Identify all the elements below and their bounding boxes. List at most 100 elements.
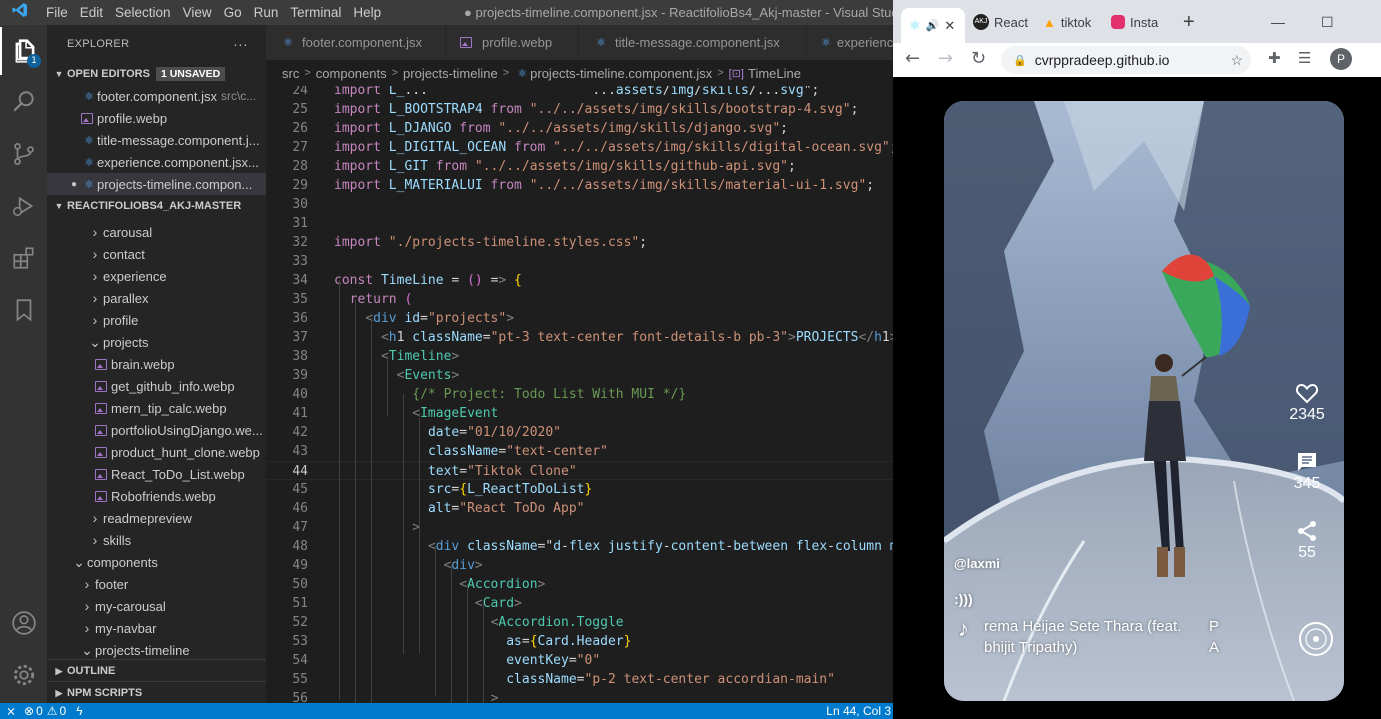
open-editor-item[interactable]: profile.webp [47, 107, 266, 129]
browser-tab-tiktok[interactable]: ▲ tiktok [1043, 8, 1099, 36]
code-line[interactable]: 33 [266, 252, 893, 271]
tab-footer-component[interactable]: ⚛ footer.component.jsx [266, 25, 446, 60]
code-line[interactable]: 54 eventKey="0" [266, 651, 893, 670]
accounts-icon[interactable] [0, 599, 47, 647]
tree-item[interactable]: › carousal [47, 221, 266, 243]
menu-view[interactable]: View [177, 5, 218, 20]
menu-selection[interactable]: Selection [109, 5, 177, 20]
tree-item[interactable]: › footer [47, 573, 266, 595]
warning-icon[interactable]: ⚠ [47, 704, 58, 718]
browser-tab-instagram[interactable]: Insta [1111, 8, 1175, 36]
menu-file[interactable]: File [40, 5, 74, 20]
code-line[interactable]: 37 <h1 className="pt-3 text-center font-… [266, 328, 893, 347]
tree-item[interactable]: › my-carousal [47, 595, 266, 617]
bookmark-star-icon[interactable]: ☆ [1230, 52, 1243, 69]
errors-icon[interactable]: ⊗ [24, 704, 34, 718]
code-line[interactable]: 42 date="01/10/2020" [266, 423, 893, 442]
tab-title-message[interactable]: ⚛ title-message.component.jsx [579, 25, 807, 60]
code-line[interactable]: 34 const TimeLine = () => { [266, 271, 893, 290]
code-line[interactable]: 55 className="p-2 text-center accordian-… [266, 670, 893, 689]
breadcrumb-item[interactable]: src [282, 66, 299, 81]
tab-profile-webp[interactable]: profile.webp [446, 25, 579, 60]
tree-item[interactable]: ⌄ components [47, 551, 266, 573]
minimize-button[interactable]: — [1271, 8, 1287, 36]
run-debug-icon[interactable] [0, 182, 47, 230]
live-share-icon[interactable]: ϟ [76, 704, 82, 718]
remote-icon[interactable]: ⨯ [0, 704, 22, 718]
breadcrumb-item[interactable]: components [316, 66, 387, 81]
comment-button[interactable]: 345 [1282, 451, 1332, 493]
menu-run[interactable]: Run [248, 5, 285, 20]
tree-item[interactable]: › profile [47, 309, 266, 331]
npm-scripts-section[interactable]: ▶ NPM SCRIPTS [47, 681, 266, 704]
open-editor-item[interactable]: ⚛ experience.component.jsx... [47, 151, 266, 173]
code-line[interactable]: 46 alt="React ToDo App" [266, 499, 893, 518]
reading-list-icon[interactable]: ☰ [1298, 49, 1311, 67]
project-section[interactable]: ▼ REACTIFOLIOBS4_AKJ-MASTER [47, 195, 266, 217]
tree-item[interactable]: brain.webp [47, 353, 266, 375]
tab-experience[interactable]: ⚛ experience [807, 25, 893, 60]
error-count[interactable]: 0 [36, 704, 43, 718]
tiktok-video-card[interactable]: 2345 345 55 @laxmi :))) ♪ rema Heijae Se… [944, 101, 1344, 701]
forward-icon[interactable]: → [938, 48, 953, 69]
source-control-icon[interactable] [0, 130, 47, 178]
code-line[interactable]: 25 import L_BOOTSTRAP4 from "../../assets… [266, 100, 893, 119]
tree-item[interactable]: ⌄ projects [47, 331, 266, 353]
tree-item[interactable]: › parallex [47, 287, 266, 309]
more-actions-icon[interactable]: ··· [233, 36, 248, 52]
code-line[interactable]: 48 <div className="d-flex justify-conten… [266, 537, 893, 556]
extensions-puzzle-icon[interactable]: ✚ [1268, 49, 1281, 67]
url-text[interactable]: cvrppradeep.github.io [1035, 52, 1170, 68]
address-bar[interactable]: 🔒 cvrppradeep.github.io ☆ [1001, 46, 1251, 74]
code-line[interactable]: 32 import "./projects-timeline.styles.css… [266, 233, 893, 252]
profile-avatar[interactable]: P [1330, 48, 1352, 70]
explorer-icon[interactable]: 1 [0, 27, 47, 75]
code-line[interactable]: 28 import L_GIT from "../../assets/img/sk… [266, 157, 893, 176]
code-line[interactable]: 40 {/* Project: Todo List With MUI */} [266, 385, 893, 404]
tree-item[interactable]: mern_tip_calc.webp [47, 397, 266, 419]
tree-item[interactable]: React_ToDo_List.webp [47, 463, 266, 485]
cursor-position[interactable]: Ln 44, Col 3 [826, 704, 891, 718]
code-line[interactable]: 27 import L_DIGITAL_OCEAN from "../../ass… [266, 138, 893, 157]
browser-tab-active[interactable]: ⚛ 🔊 ✕ [901, 8, 965, 43]
code-line[interactable]: 51 <Card> [266, 594, 893, 613]
like-button[interactable]: 2345 [1282, 382, 1332, 424]
extensions-icon[interactable] [0, 234, 47, 282]
browser-tab-react[interactable]: AKJ React [973, 8, 1031, 36]
tree-item[interactable]: portfolioUsingDjango.we... [47, 419, 266, 441]
code-line[interactable]: 49 <div> [266, 556, 893, 575]
code-line[interactable]: 30 [266, 195, 893, 214]
code-line[interactable]: 31 [266, 214, 893, 233]
open-editor-item[interactable]: ● ⚛ projects-timeline.compon... [47, 173, 266, 195]
audio-playing-icon[interactable]: 🔊 [926, 19, 940, 32]
code-line[interactable]: 44 text="Tiktok Clone" [266, 461, 893, 480]
settings-gear-icon[interactable] [0, 651, 47, 699]
menu-go[interactable]: Go [218, 5, 248, 20]
code-line[interactable]: 39 <Events> [266, 366, 893, 385]
warning-count[interactable]: 0 [60, 704, 67, 718]
code-line[interactable]: 35 return ( [266, 290, 893, 309]
tree-item[interactable]: get_github_info.webp [47, 375, 266, 397]
tree-item[interactable]: ⌄ projects-timeline [47, 639, 266, 661]
code-line[interactable]: 36 <div id="projects"> [266, 309, 893, 328]
code-line[interactable]: 43 className="text-center" [266, 442, 893, 461]
new-tab-button[interactable]: + [1183, 8, 1203, 36]
code-editor[interactable]: 24 import L_... ...assets/img/skills/...s… [266, 86, 893, 703]
code-line[interactable]: 41 <ImageEvent [266, 404, 893, 423]
code-line[interactable]: 38 <Timeline> [266, 347, 893, 366]
breadcrumb-item[interactable]: projects-timeline [403, 66, 498, 81]
share-button[interactable]: 55 [1282, 520, 1332, 562]
maximize-button[interactable]: ☐ [1321, 8, 1337, 36]
tree-item[interactable]: › contact [47, 243, 266, 265]
music-disc-icon[interactable] [1298, 621, 1334, 657]
tree-item[interactable]: Robofriends.webp [47, 485, 266, 507]
breadcrumb-item[interactable]: TimeLine [748, 66, 801, 81]
tab-close-icon[interactable]: ✕ [944, 18, 955, 34]
code-line[interactable]: 52 <Accordion.Toggle [266, 613, 893, 632]
tree-item[interactable]: › readmepreview [47, 507, 266, 529]
menu-edit[interactable]: Edit [74, 5, 109, 20]
code-line[interactable]: 24 import L_... ...assets/img/skills/...s… [266, 86, 893, 100]
tree-item[interactable]: › experience [47, 265, 266, 287]
tree-item[interactable]: › skills [47, 529, 266, 551]
code-line[interactable]: 56 > [266, 689, 893, 703]
